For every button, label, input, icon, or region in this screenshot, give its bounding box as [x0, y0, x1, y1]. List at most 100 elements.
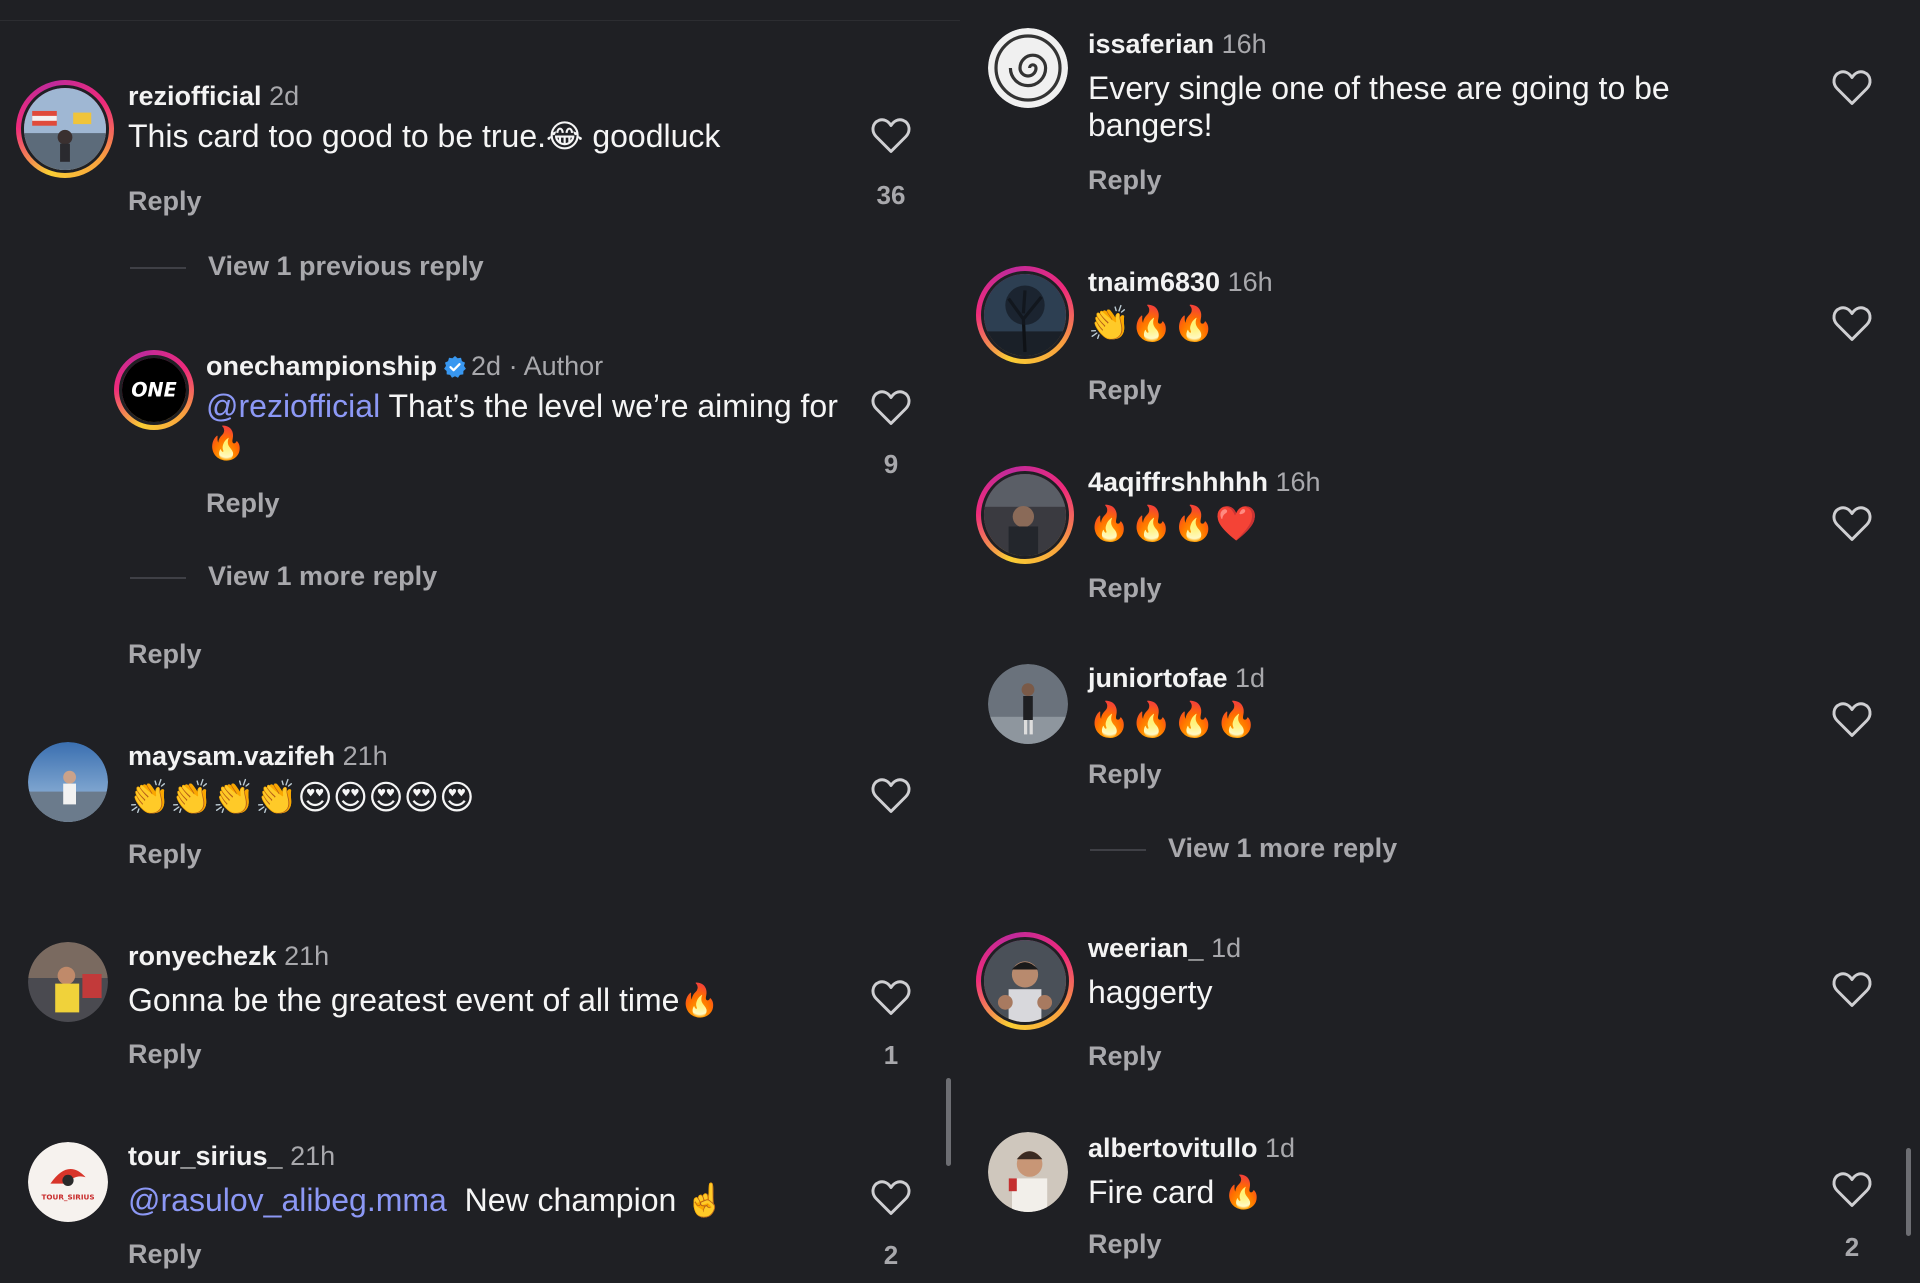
avatar[interactable] [976, 466, 1074, 564]
like-count: 36 [876, 180, 906, 210]
comment-text: @rasulov_alibeg.mma New champion ☝️ [128, 1182, 725, 1219]
heart-outline-icon[interactable] [1831, 304, 1873, 342]
avatar-image [988, 28, 1068, 108]
username[interactable]: juniortofae [1088, 663, 1228, 693]
view-more-replies[interactable]: View 1 more reply [130, 560, 437, 592]
avatar-image [24, 88, 106, 170]
comment-body: New champion ☝️ [446, 1182, 726, 1218]
like-count: 9 [883, 449, 899, 479]
emoji-text: 🔥🔥🔥🔥 [1088, 701, 1258, 739]
heart-outline-icon[interactable] [1831, 970, 1873, 1008]
reply-button[interactable]: Reply [1088, 1040, 1162, 1072]
comments-column-left: reziofficial 2d This card too good to be… [0, 0, 960, 1283]
heart-outline-icon[interactable] [870, 116, 912, 154]
avatar[interactable] [28, 942, 108, 1022]
mention-link[interactable]: @rasulov_alibeg.mma [128, 1182, 447, 1218]
reply-button[interactable]: Reply [1088, 374, 1162, 406]
username[interactable]: weerian_ [1088, 933, 1204, 963]
view-more-replies[interactable]: View 1 more reply [1090, 832, 1397, 864]
verified-badge-icon [444, 356, 466, 378]
timestamp: 21h [284, 941, 330, 971]
reply-button[interactable]: Reply [128, 1038, 202, 1070]
emoji-text: 🔥🔥🔥❤️ [1088, 505, 1258, 543]
username[interactable]: reziofficial [128, 81, 262, 111]
reply-button[interactable]: Reply [1088, 1228, 1162, 1260]
avatar[interactable] [988, 664, 1068, 744]
username[interactable]: onechampionship [206, 351, 437, 381]
avatar-image [28, 942, 108, 1022]
avatar[interactable] [976, 266, 1074, 364]
heart-outline-icon[interactable] [1831, 1170, 1873, 1208]
reply-button[interactable]: Reply [128, 185, 202, 217]
username[interactable]: albertovitullo [1088, 1133, 1258, 1163]
timestamp: 16h [1275, 467, 1321, 497]
heart-outline-icon[interactable] [1831, 700, 1873, 738]
one-logo: ONE [122, 358, 186, 422]
reply-button[interactable]: Reply [128, 1238, 202, 1270]
reply-button[interactable]: Reply [206, 487, 280, 519]
view-previous-reply-label[interactable]: View 1 previous reply [208, 251, 484, 281]
reply-button[interactable]: Reply [1088, 572, 1162, 604]
timestamp: 1d [1265, 1133, 1296, 1163]
parent-reply-button[interactable]: Reply [128, 638, 202, 670]
comment-text: 🔥🔥🔥🔥 [1088, 702, 1257, 739]
timestamp: 2d [471, 351, 502, 381]
view-more-replies-label[interactable]: View 1 more reply [1168, 833, 1397, 863]
view-previous-reply[interactable]: View 1 previous reply [130, 250, 484, 282]
username[interactable]: 4aqiffrshhhhh [1088, 467, 1268, 497]
timestamp: 16h [1221, 29, 1267, 59]
avatar-image [988, 1132, 1068, 1212]
divider [0, 20, 960, 21]
heart-outline-icon[interactable] [870, 388, 912, 426]
avatar-image [984, 274, 1066, 356]
heart-outline-icon[interactable] [870, 776, 912, 814]
avatar[interactable]: ONE [114, 350, 194, 430]
comment-text: 👏🔥🔥 [1088, 306, 1215, 343]
reply-button[interactable]: Reply [128, 838, 202, 870]
avatar-text: ONE [131, 378, 176, 401]
username[interactable]: issaferian [1088, 29, 1214, 59]
mention-link[interactable]: @reziofficial [206, 388, 380, 424]
username[interactable]: tnaim6830 [1088, 267, 1220, 297]
username[interactable]: tour_sirius_ [128, 1141, 283, 1171]
thread-line [1090, 848, 1146, 851]
heart-outline-icon[interactable] [870, 978, 912, 1016]
emoji-text: 👏🔥🔥 [1088, 305, 1216, 343]
scrollbar-thumb[interactable] [946, 1078, 951, 1166]
timestamp: 21h [342, 741, 388, 771]
emoji-text: 👏👏👏👏😍😍😍😍😍 [128, 779, 475, 817]
like-count: 1 [883, 1040, 899, 1070]
avatar[interactable] [28, 742, 108, 822]
comment-text: This card too good to be true.😂 goodluck [128, 118, 721, 154]
username[interactable]: maysam.vazifeh [128, 741, 335, 771]
like-count: 2 [1844, 1232, 1860, 1262]
comment-text: 👏👏👏👏😍😍😍😍😍 [128, 780, 475, 817]
avatar[interactable]: TOUR_SIRIUS [28, 1142, 108, 1222]
comment-text: haggerty [1088, 974, 1213, 1010]
timestamp: 2d [269, 81, 300, 111]
like-count: 2 [883, 1240, 899, 1270]
reply-button[interactable]: Reply [1088, 164, 1162, 196]
timestamp: 1d [1211, 933, 1242, 963]
heart-outline-icon[interactable] [870, 1178, 912, 1216]
avatar[interactable] [988, 1132, 1068, 1212]
reply-button[interactable]: Reply [1088, 758, 1162, 790]
timestamp: 21h [290, 1141, 336, 1171]
username[interactable]: ronyechezk [128, 941, 277, 971]
avatar[interactable] [988, 28, 1068, 108]
avatar[interactable] [976, 932, 1074, 1030]
thread-line [130, 576, 186, 579]
heart-outline-icon[interactable] [1831, 504, 1873, 542]
heart-outline-icon[interactable] [1831, 68, 1873, 106]
scrollbar-thumb[interactable] [1906, 1148, 1911, 1236]
thread-line [130, 266, 186, 269]
view-more-replies-label[interactable]: View 1 more reply [208, 561, 437, 591]
timestamp: 1d [1235, 663, 1266, 693]
avatar[interactable] [16, 80, 114, 178]
avatar-image: TOUR_SIRIUS [28, 1142, 108, 1222]
comment-text: 🔥🔥🔥❤️ [1088, 506, 1257, 543]
avatar-text: TOUR_SIRIUS [41, 1193, 94, 1202]
comments-column-right: issaferian 16h Every single one of these… [960, 0, 1920, 1283]
comment-text: Every single one of these are going to b… [1088, 70, 1670, 143]
comment-text: Gonna be the greatest event of all time🔥 [128, 982, 720, 1018]
